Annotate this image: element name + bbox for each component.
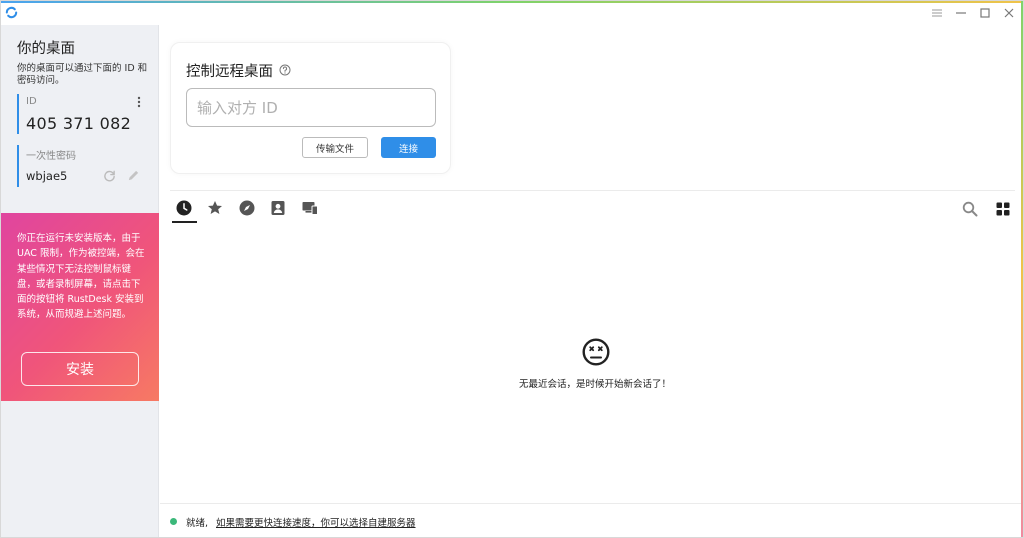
grid-view-icon[interactable] (996, 202, 1010, 216)
tab-address-book[interactable] (266, 199, 290, 221)
status-ready-text: 就绪, (186, 518, 209, 529)
install-button[interactable]: 安装 (21, 352, 139, 386)
transfer-file-button[interactable]: 传输文件 (302, 137, 368, 158)
empty-state-text: 无最近会话，是时候开始新会话了！ (518, 379, 671, 390)
id-block: ID 405 371 082 (17, 94, 145, 134)
your-desktop-title: 你的桌面 (17, 41, 75, 57)
control-remote-title: 控制远程桌面 (186, 64, 273, 80)
tab-group[interactable] (298, 199, 322, 221)
edit-pencil-icon[interactable] (127, 169, 140, 182)
divider (170, 190, 1015, 191)
remote-id-input[interactable] (186, 88, 436, 127)
app-window: 你的桌面 你的桌面可以通过下面的 ID 和密码访问。 ID 405 371 08… (0, 0, 1024, 538)
password-value[interactable]: wbjae5 (26, 169, 67, 183)
contact-icon (271, 201, 285, 215)
minimize-icon[interactable] (949, 3, 973, 23)
uac-warning-text: 你正在运行未安装版本，由于 UAC 限制，作为被控端，会在某些情况下无法控制鼠标… (17, 233, 145, 321)
more-vertical-icon[interactable] (135, 96, 143, 108)
maximize-icon[interactable] (973, 3, 997, 23)
connect-button[interactable]: 连接 (381, 137, 436, 158)
devices-icon (302, 202, 318, 215)
sad-face-icon (582, 338, 610, 366)
clock-icon (176, 200, 192, 216)
tab-recent-sessions[interactable] (172, 199, 197, 223)
main-area: 控制远程桌面 传输文件 连接 (160, 25, 1023, 537)
window-controls (925, 3, 1021, 23)
control-remote-card: 控制远程桌面 传输文件 连接 (170, 42, 451, 174)
password-block: 一次性密码 wbjae5 (17, 145, 145, 187)
status-bar: 就绪, 如果需要更快连接速度，你可以选择自建服务器 (160, 503, 1023, 537)
uac-warning-panel: 你正在运行未安装版本，由于 UAC 限制，作为被控端，会在某些情况下无法控制鼠标… (1, 213, 159, 401)
star-icon (208, 201, 222, 214)
help-icon[interactable] (279, 64, 291, 76)
tab-discovered[interactable] (235, 199, 259, 221)
sidebar: 你的桌面 你的桌面可以通过下面的 ID 和密码访问。 ID 405 371 08… (1, 25, 159, 537)
self-host-server-link[interactable]: 如果需要更快连接速度，你可以选择自建服务器 (216, 515, 416, 529)
title-bar[interactable] (1, 1, 1023, 25)
tab-active-indicator (172, 221, 197, 223)
compass-icon (239, 200, 255, 216)
your-desktop-description: 你的桌面可以通过下面的 ID 和密码访问。 (17, 63, 148, 86)
refresh-icon[interactable] (103, 169, 116, 182)
close-icon[interactable] (997, 3, 1021, 23)
search-icon[interactable] (962, 201, 978, 217)
hamburger-icon[interactable] (925, 3, 949, 23)
id-label: ID (26, 96, 37, 107)
rustdesk-logo-icon (5, 6, 18, 19)
id-value[interactable]: 405 371 082 (26, 114, 131, 133)
tab-favorites[interactable] (203, 199, 227, 221)
password-label: 一次性密码 (26, 151, 76, 162)
status-ready-dot (170, 518, 177, 525)
